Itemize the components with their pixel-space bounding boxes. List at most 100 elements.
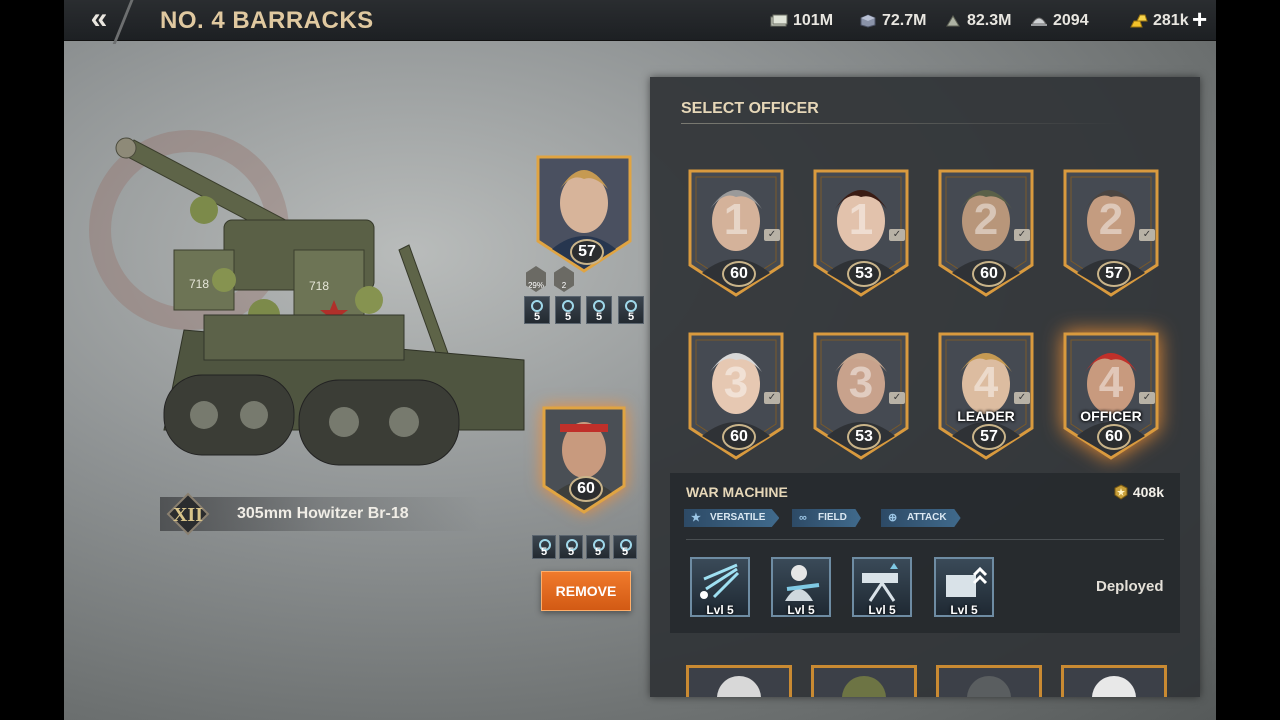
officer-level: 57	[1097, 261, 1131, 287]
svg-text:718: 718	[189, 277, 209, 291]
vehicle-name: 305mm Howitzer Br-18	[237, 505, 409, 522]
check-icon: ✓	[889, 229, 905, 241]
skill-level: Lvl 5	[706, 603, 734, 617]
officer-skill-1[interactable]: 5	[532, 535, 556, 559]
resource-value: 2094	[1053, 12, 1089, 29]
tag-attack: ⊕ ATTACK	[881, 509, 961, 527]
steel-cube-icon	[860, 14, 876, 28]
tag-field: ∞ FIELD	[792, 509, 861, 527]
skill-level: 5	[595, 311, 603, 323]
rank-text: XII	[173, 504, 203, 526]
section-divider	[686, 539, 1164, 540]
resource-steel[interactable]: 72.7M	[859, 12, 926, 30]
resource-helmet[interactable]: 2094	[1030, 12, 1089, 30]
officer-card[interactable]: 3 ✓ 60	[686, 330, 786, 460]
add-gold-button[interactable]: +	[1192, 6, 1207, 32]
barracks-screen: « NO. 4 BARRACKS 101M 72.7M 82.3M 2094 2…	[64, 0, 1216, 720]
war-machine-skill-3[interactable]: Lvl 5	[852, 557, 912, 617]
war-machine-skill-1[interactable]: Lvl 5	[690, 557, 750, 617]
officer-level: 60	[722, 261, 756, 287]
check-icon: ✓	[764, 229, 780, 241]
officer-level: 57	[570, 239, 604, 265]
officer-card[interactable]: 1 ✓ 53	[811, 167, 911, 297]
officer-card[interactable]: 2 ✓ 57	[1061, 167, 1161, 297]
officer-skill-2[interactable]: 5	[559, 535, 583, 559]
check-icon: ✓	[1139, 392, 1155, 404]
officer-card[interactable]: 4 ✓ LEADER 57	[936, 330, 1036, 460]
officer-card-partial[interactable]	[811, 665, 917, 697]
check-icon: ✓	[1014, 392, 1030, 404]
skill-level: 5	[533, 311, 541, 323]
leader-skill-4[interactable]: 5	[618, 296, 644, 324]
cash-icon	[770, 14, 788, 27]
machine-gun-icon	[862, 563, 898, 602]
skill-level: Lvl 5	[868, 603, 896, 617]
top-bar: « NO. 4 BARRACKS 101M 72.7M 82.3M 2094 2…	[64, 0, 1216, 44]
leader-bonus-value: 2	[561, 281, 567, 290]
tag-label: VERSATILE	[710, 512, 766, 523]
resource-value: 101M	[793, 12, 834, 29]
medal-icon	[1114, 484, 1128, 500]
deployed-status: Deployed	[1096, 578, 1164, 595]
officer-role-label: OFFICER	[1080, 408, 1142, 424]
resource-value: 281k	[1153, 12, 1189, 29]
officer-face-partial	[1092, 676, 1136, 697]
oil-icon	[946, 15, 960, 27]
rank-xii-badge: XII	[166, 492, 210, 536]
officer-level: 53	[847, 424, 881, 450]
skill-level: Lvl 5	[787, 603, 815, 617]
officer-level: 53	[847, 261, 881, 287]
leader-skill-2[interactable]: 5	[555, 296, 581, 324]
skill-level: 5	[594, 546, 602, 558]
armor-upgrade-icon	[946, 566, 988, 597]
war-machine-skill-4[interactable]: Lvl 5	[934, 557, 994, 617]
svg-text:718: 718	[309, 279, 329, 293]
leader-skill-3[interactable]: 5	[586, 296, 612, 324]
resource-value: 72.7M	[882, 12, 927, 29]
officer-level: 57	[972, 424, 1006, 450]
officer-card[interactable]: 1 ✓ 60	[686, 167, 786, 297]
crosshair-icon: ⊕	[888, 512, 898, 524]
officer-face-partial	[842, 676, 886, 697]
officer-card[interactable]: 4 ✓ OFFICER 60	[1061, 330, 1161, 460]
star-icon: ★	[691, 512, 701, 524]
cost-value: 408k	[1132, 484, 1164, 500]
resource-gold[interactable]: 281k	[1130, 12, 1189, 30]
officer-card-partial[interactable]	[936, 665, 1042, 697]
officer-card-partial[interactable]	[686, 665, 792, 697]
check-icon: ✓	[889, 392, 905, 404]
officer-face-partial	[967, 676, 1011, 697]
check-icon: ✓	[1139, 229, 1155, 241]
howitzer-vehicle-image: 718 718	[115, 137, 525, 466]
panel-title: SELECT OFFICER	[681, 100, 819, 117]
skill-level: 5	[627, 311, 635, 323]
page-title: NO. 4 BARRACKS	[160, 7, 374, 34]
tag-versatile: ★ VERSATILE	[684, 509, 780, 527]
war-machine-cost: 408k	[1114, 484, 1164, 500]
resource-cash[interactable]: 101M	[770, 12, 833, 30]
war-machine-skill-2[interactable]: Lvl 5	[771, 557, 831, 617]
remove-button[interactable]: REMOVE	[541, 571, 631, 611]
leader-skill-1[interactable]: 5	[524, 296, 550, 324]
war-machine-title: WAR MACHINE	[686, 484, 788, 500]
select-officer-panel: SELECT OFFICER 1 ✓ 60 1 ✓ 53 2 ✓ 60 2 ✓ 57 3 ✓ 60 3 ✓ 53 4…	[650, 77, 1200, 697]
resource-oil[interactable]: 82.3M	[944, 12, 1011, 30]
tag-label: ATTACK	[907, 512, 947, 523]
officer-card[interactable]: 3 ✓ 53	[811, 330, 911, 460]
artillery-burst-icon	[700, 563, 740, 599]
officer-level: 60	[722, 424, 756, 450]
assigned-officer-portrait[interactable]: 60	[540, 404, 628, 516]
officer-level: 60	[569, 476, 603, 502]
assigned-leader-portrait[interactable]: 57	[534, 153, 634, 273]
tag-label: FIELD	[818, 512, 847, 523]
officer-card[interactable]: 2 ✓ 60	[936, 167, 1036, 297]
officer-skill-3[interactable]: 5	[586, 535, 610, 559]
officer-skill-4[interactable]: 5	[613, 535, 637, 559]
skill-level: 5	[567, 546, 575, 558]
officer-card-partial[interactable]	[1061, 665, 1167, 697]
soldier-gun-icon	[785, 565, 820, 601]
skill-level: 5	[564, 311, 572, 323]
skill-level: 5	[540, 546, 548, 558]
skill-level: 5	[621, 546, 629, 558]
skill-level: Lvl 5	[950, 603, 978, 617]
